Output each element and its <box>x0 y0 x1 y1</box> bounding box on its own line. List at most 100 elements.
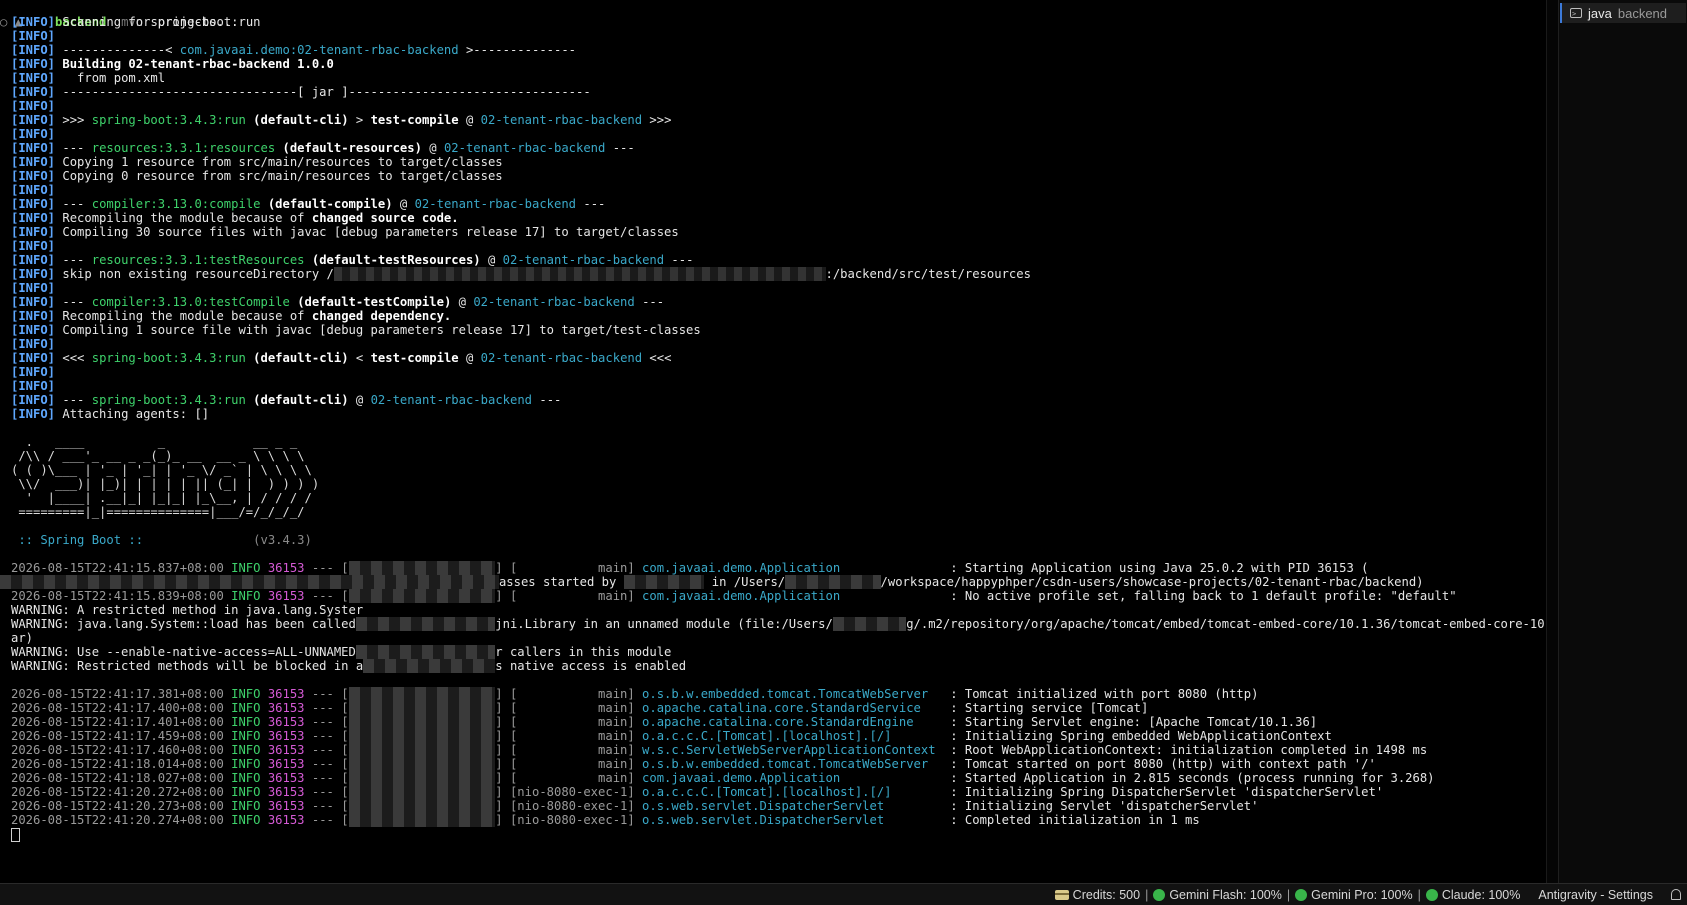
status-bar: Credits: 500 | Gemini Flash: 100% | Gemi… <box>0 883 1687 905</box>
info-tag: [INFO] <box>11 169 56 183</box>
maven-text: 02-tenant-rbac-backend <box>473 295 635 309</box>
log-logger: o.s.web.servlet.DispatcherServlet <box>642 813 885 827</box>
log-pid: 36153 <box>267 785 305 799</box>
log-thread: ] [nio-8080-exec-1] <box>495 813 643 827</box>
claude-item[interactable]: Claude: 100% <box>1425 888 1520 902</box>
log-pid: 36153 <box>267 799 305 813</box>
info-tag: [INFO] <box>11 239 56 253</box>
log-level: INFO <box>223 799 261 813</box>
log-pid: 36153 <box>267 589 305 603</box>
terminal-tab-java-backend[interactable]: >_ java backend <box>1560 3 1686 23</box>
maven-text: spring-boot:3.4.3:run <box>91 351 246 365</box>
maven-text: >>> <box>642 113 672 127</box>
log-logger: w.s.c.ServletWebServerApplicationContext <box>642 743 936 757</box>
maven-line: [INFO] --- resources:3.3.1:resources (de… <box>11 141 1546 155</box>
gemini-pro-item[interactable]: Gemini Pro: 100% <box>1295 888 1413 902</box>
log-line: 2026-08-15T22:41:17.459+08:00 INFO 36153… <box>11 729 1546 743</box>
redacted-block <box>363 659 496 673</box>
log-logger: o.s.b.w.embedded.tomcat.TomcatWebServer <box>642 757 929 771</box>
log-message: : Root WebApplicationContext: initializa… <box>942 743 1428 757</box>
terminal-output[interactable]: ○ ▲ backend mvn spring-boot:run [INFO] Sc… <box>0 0 1546 883</box>
maven-text: (default-cli) <box>245 393 349 407</box>
maven-line: [INFO] <box>11 239 1546 253</box>
info-tag: [INFO] <box>11 225 56 239</box>
log-logger: com.javaai.demo.Application <box>642 771 841 785</box>
banner-line: /\\ / ___'_ __ _ _(_)_ __ __ _ \ \ \ \ <box>11 449 305 463</box>
maven-text: <<< <box>642 351 672 365</box>
log-logger: com.javaai.demo.Application <box>642 589 841 603</box>
maven-text: spring-boot:3.4.3:run <box>91 393 246 407</box>
maven-line: [INFO] --- compiler:3.13.0:compile (defa… <box>11 197 1546 211</box>
log-level: INFO <box>223 813 261 827</box>
gemini-flash-item[interactable]: Gemini Flash: 100% <box>1153 888 1282 902</box>
maven-line: [INFO] skip non existing resourceDirecto… <box>11 267 1546 281</box>
banner-line: ( ( )\___ | '_ | '_| | '_ \/ _` | \ \ \ … <box>11 463 312 477</box>
log-thread: ] [ main] <box>495 701 643 715</box>
log-level: INFO <box>223 715 261 729</box>
redacted-path <box>333 267 826 281</box>
status-separator: | <box>1145 887 1149 902</box>
log-line: 2026-08-15T22:41:17.401+08:00 INFO 36153… <box>11 715 1546 729</box>
maven-line: [INFO] Recompiling the module because of… <box>11 211 1546 225</box>
bell-icon[interactable] <box>1671 889 1681 900</box>
log-thread: ] [nio-8080-exec-1] <box>495 799 643 813</box>
log-timestamp: 2026-08-15T22:41:17.459+08:00 <box>11 729 224 743</box>
maven-line: [INFO] Scanning for projects... <box>11 15 1546 29</box>
log-message: : Completed initialization in 1 ms <box>942 813 1200 827</box>
banner-line <box>11 421 1546 435</box>
status-separator: | <box>1286 887 1291 902</box>
log-timestamp: 2026-08-15T22:41:17.381+08:00 <box>11 687 224 701</box>
redacted-block <box>348 589 496 603</box>
maven-line: [INFO] --- spring-boot:3.4.3:run (defaul… <box>11 393 1546 407</box>
log-line: 2026-08-15T22:41:20.272+08:00 INFO 36153… <box>11 785 1546 799</box>
log-padding <box>928 757 943 771</box>
maven-text: 02-tenant-rbac-backend <box>370 393 533 407</box>
redacted-block <box>355 645 496 659</box>
maven-text: test-compile <box>370 351 459 365</box>
log-level: INFO <box>223 757 261 771</box>
info-tag: [INFO] <box>11 295 56 309</box>
log-timestamp: 2026-08-15T22:41:15.837+08:00 <box>11 561 224 575</box>
info-tag: [INFO] <box>11 85 56 99</box>
log-separator: --- [ <box>304 701 349 715</box>
redacted-block <box>348 757 496 771</box>
maven-line: [INFO] --- resources:3.3.1:testResources… <box>11 253 1546 267</box>
green-circle-icon <box>1153 888 1166 901</box>
info-tag: [INFO] <box>11 155 56 169</box>
log-logger: o.a.c.c.C.[Tomcat].[localhost].[/] <box>642 729 892 743</box>
warning-text: jni.Library in an unnamed module (file:/… <box>495 617 833 631</box>
maven-text: --------------< <box>62 43 180 57</box>
log-separator: --- [ <box>304 757 349 771</box>
spring-banner: . ____ _ __ _ _ /\\ / ___'_ __ _ _(_)_ _… <box>11 421 1546 533</box>
maven-line: [INFO] Building 02-tenant-rbac-backend 1… <box>11 57 1546 71</box>
info-tag: [INFO] <box>11 113 56 127</box>
warning-text: r callers in this module <box>495 645 672 659</box>
log-line: 2026-08-15T22:41:17.381+08:00 INFO 36153… <box>11 687 1546 701</box>
info-tag: [INFO] <box>11 29 56 43</box>
log-level: INFO <box>223 561 261 575</box>
maven-line: [INFO] --- compiler:3.13.0:testCompile (… <box>11 295 1546 309</box>
log-thread: ] [ main] <box>495 729 643 743</box>
warning-text: WARNING: java.lang.System::load has been… <box>11 617 356 631</box>
log-thread: ] [nio-8080-exec-1] <box>495 785 643 799</box>
log-line: 2026-08-15T22:41:18.027+08:00 INFO 36153… <box>11 771 1546 785</box>
warning-text: ar) <box>11 631 34 645</box>
warning-text: WARNING: Restricted methods will be bloc… <box>11 659 364 673</box>
info-tag: [INFO] <box>11 127 56 141</box>
maven-text: compiler:3.13.0:testCompile <box>91 295 290 309</box>
log-message: : Initializing Spring embedded WebApplic… <box>942 729 1332 743</box>
settings-link[interactable]: Antigravity - Settings <box>1538 888 1653 902</box>
log-separator: --- [ <box>304 771 349 785</box>
warning-text: in /Users/ <box>704 575 786 589</box>
green-circle-icon <box>1425 888 1438 901</box>
maven-line: [INFO] Recompiling the module because of… <box>11 309 1546 323</box>
log-padding <box>840 589 943 603</box>
log-message: : No active profile set, falling back to… <box>942 589 1457 603</box>
log-pid: 36153 <box>267 561 305 575</box>
maven-text: (default-resources) <box>275 141 422 155</box>
maven-text: --- <box>62 393 92 407</box>
log-logger: o.s.web.servlet.DispatcherServlet <box>642 799 885 813</box>
credits-item[interactable]: Credits: 500 <box>1054 888 1140 902</box>
log-pid: 36153 <box>267 715 305 729</box>
